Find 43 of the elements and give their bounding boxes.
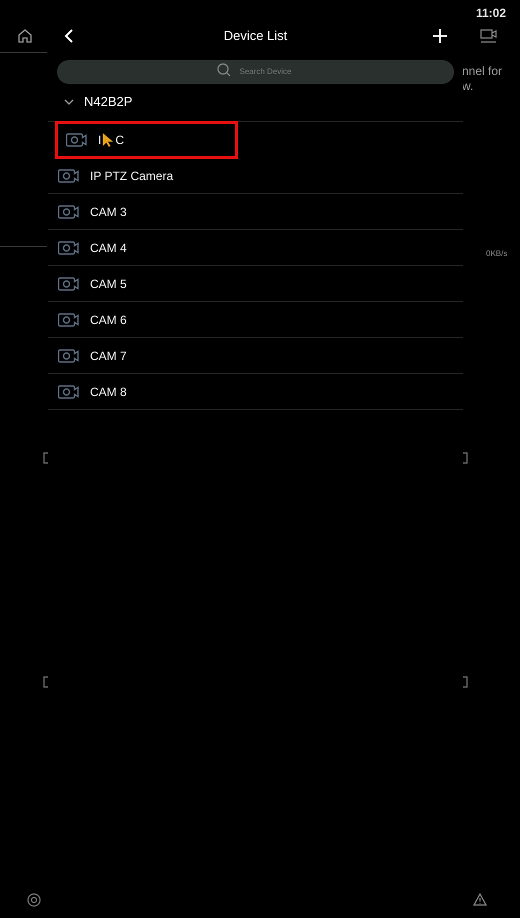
device-name: C <box>115 132 124 148</box>
search-icon <box>217 63 231 77</box>
device-name: CAM 3 <box>90 204 127 220</box>
corner-mark-icon <box>462 452 468 464</box>
device-name: CAM 8 <box>90 384 127 400</box>
camera-icon <box>58 384 80 400</box>
device-name: IP PTZ Camera <box>90 168 174 184</box>
video-icon[interactable] <box>480 28 498 44</box>
cursor-icon <box>102 132 114 148</box>
hint-text: nnel for <box>462 64 502 79</box>
panel-title: Device List <box>224 27 288 46</box>
corner-mark-icon <box>462 676 468 688</box>
device-row[interactable]: CAM 6 <box>48 302 463 338</box>
camera-icon <box>58 312 80 328</box>
corner-mark-icon <box>43 676 49 688</box>
device-name: CAM 7 <box>90 348 127 364</box>
camera-icon <box>58 348 80 364</box>
status-time: 11:02 <box>476 5 506 22</box>
device-row[interactable]: CAM 4 <box>48 230 463 266</box>
device-row[interactable]: CAM 7 <box>48 338 463 374</box>
add-button[interactable] <box>432 29 447 43</box>
device-name: CAM 4 <box>90 240 127 256</box>
warning-icon[interactable] <box>473 893 487 906</box>
chevron-icon[interactable] <box>64 98 74 104</box>
device-row[interactable]: CAM 8 <box>48 374 463 410</box>
camera-icon <box>58 204 80 220</box>
device-row[interactable]: I C <box>56 122 237 158</box>
camera-icon <box>58 168 80 184</box>
device-name: CAM 5 <box>90 276 127 292</box>
camera-icon <box>66 132 88 148</box>
device-row[interactable]: IP PTZ Camera <box>48 158 463 194</box>
group-name[interactable]: N42B2P <box>84 92 132 112</box>
home-icon[interactable] <box>17 28 33 44</box>
corner-mark-icon <box>43 452 49 464</box>
camera-icon <box>58 276 80 292</box>
device-name: CAM 6 <box>90 312 127 328</box>
search-field[interactable]: Search Device <box>57 60 454 84</box>
device-row[interactable]: CAM 5 <box>48 266 463 302</box>
lens-icon[interactable] <box>27 893 41 907</box>
device-name: I <box>98 132 102 148</box>
camera-icon <box>58 240 80 256</box>
device-row[interactable]: CAM 3 <box>48 194 463 230</box>
speed-text: 0KB/s <box>486 248 508 260</box>
